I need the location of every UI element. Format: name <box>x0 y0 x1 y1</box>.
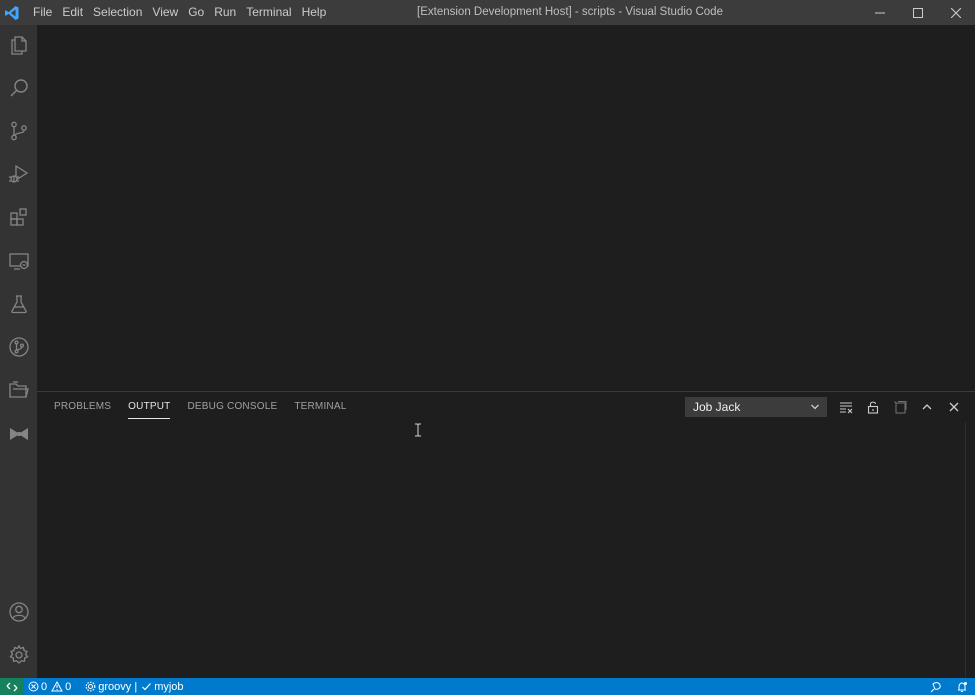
vscode-logo-icon <box>0 0 24 25</box>
error-icon <box>28 681 39 692</box>
gear-icon <box>85 681 96 692</box>
bowtie-icon <box>9 428 28 440</box>
output-channel-select[interactable]: Job Jack <box>685 397 827 417</box>
feedback-button[interactable] <box>923 678 949 695</box>
menu-file[interactable]: File <box>28 0 57 25</box>
extensions-icon <box>9 208 27 226</box>
search-button[interactable] <box>0 68 37 108</box>
chevron-up-icon <box>922 404 931 410</box>
remote-explorer-icon <box>8 253 29 270</box>
folder-icon <box>8 381 29 398</box>
check-icon <box>142 683 152 691</box>
minimize-button[interactable] <box>861 0 899 25</box>
title-bar: File Edit Selection View Go Run Terminal… <box>0 0 975 25</box>
warning-count: 0 <box>65 680 72 693</box>
menu-go[interactable]: Go <box>183 0 209 25</box>
problems-status[interactable]: 0 0 <box>24 678 75 695</box>
maximize-icon <box>913 7 923 18</box>
source-control-icon <box>10 121 27 141</box>
account-icon <box>8 602 29 622</box>
menu-edit[interactable]: Edit <box>57 0 88 25</box>
menu-help[interactable]: Help <box>297 0 332 25</box>
files-icon <box>10 36 27 55</box>
git-graph-button[interactable] <box>0 327 37 367</box>
clear-output-button[interactable] <box>832 397 859 417</box>
source-control-button[interactable] <box>0 111 37 151</box>
language-status[interactable]: groovy | <box>81 678 141 695</box>
output-channel-value: Job Jack <box>693 400 741 414</box>
close-window-button[interactable] <box>937 0 975 25</box>
notifications-button[interactable] <box>949 678 975 695</box>
editor-area[interactable] <box>37 25 975 391</box>
manage-button[interactable] <box>0 635 37 675</box>
close-icon <box>949 402 958 412</box>
tab-problems[interactable]: PROBLEMS <box>49 392 116 422</box>
window-controls <box>861 0 975 25</box>
remote-explorer-button[interactable] <box>0 241 37 281</box>
menu-terminal[interactable]: Terminal <box>241 0 296 25</box>
activity-bar <box>0 25 37 678</box>
tab-output[interactable]: OUTPUT <box>123 392 175 422</box>
maximize-button[interactable] <box>899 0 937 25</box>
language-label: groovy | <box>98 680 138 693</box>
bottom-panel: PROBLEMS OUTPUT DEBUG CONSOLE TERMINAL J… <box>37 391 975 678</box>
tab-debug-console[interactable]: DEBUG CONSOLE <box>182 392 282 422</box>
feedback-icon <box>930 681 941 692</box>
status-bar: 0 0 groovy | myjob <box>0 678 975 695</box>
minimize-icon <box>875 12 885 13</box>
menu-selection[interactable]: Selection <box>88 0 147 25</box>
clear-output-icon <box>839 402 852 414</box>
chevron-down-icon <box>811 404 819 410</box>
output-content[interactable] <box>37 422 963 678</box>
text-cursor-icon <box>415 423 421 437</box>
open-log-file-button[interactable] <box>886 397 913 417</box>
maximize-panel-button[interactable] <box>913 397 940 417</box>
close-panel-button[interactable] <box>940 397 967 417</box>
error-count: 0 <box>41 680 48 693</box>
bowtie-button[interactable] <box>0 414 37 454</box>
testing-icon <box>10 295 27 314</box>
run-debug-button[interactable] <box>0 154 37 194</box>
testing-button[interactable] <box>0 284 37 324</box>
lock-scroll-button[interactable] <box>859 397 886 417</box>
unlock-icon <box>867 401 878 414</box>
git-graph-icon <box>8 337 29 357</box>
job-label: myjob <box>154 680 184 693</box>
remote-indicator[interactable] <box>0 678 24 695</box>
extensions-button[interactable] <box>0 197 37 237</box>
open-file-icon <box>893 400 907 414</box>
close-icon <box>951 7 961 18</box>
menu-bar: File Edit Selection View Go Run Terminal… <box>28 0 331 25</box>
remote-icon <box>6 682 18 691</box>
menu-view[interactable]: View <box>147 0 183 25</box>
job-status[interactable]: myjob <box>141 678 187 695</box>
tab-terminal[interactable]: TERMINAL <box>289 392 351 422</box>
gear-icon <box>8 644 29 664</box>
panel-tabs: PROBLEMS OUTPUT DEBUG CONSOLE TERMINAL <box>49 392 359 422</box>
menu-run[interactable]: Run <box>209 0 241 25</box>
status-right <box>923 678 975 695</box>
bell-icon <box>958 681 967 692</box>
output-scrollbar[interactable] <box>965 422 975 678</box>
warning-icon <box>51 681 63 692</box>
panel-actions <box>832 397 967 417</box>
search-icon <box>10 79 28 97</box>
run-debug-icon <box>8 164 28 183</box>
accounts-button[interactable] <box>0 592 37 632</box>
folder-button[interactable] <box>0 370 37 410</box>
explorer-button[interactable] <box>0 25 37 65</box>
